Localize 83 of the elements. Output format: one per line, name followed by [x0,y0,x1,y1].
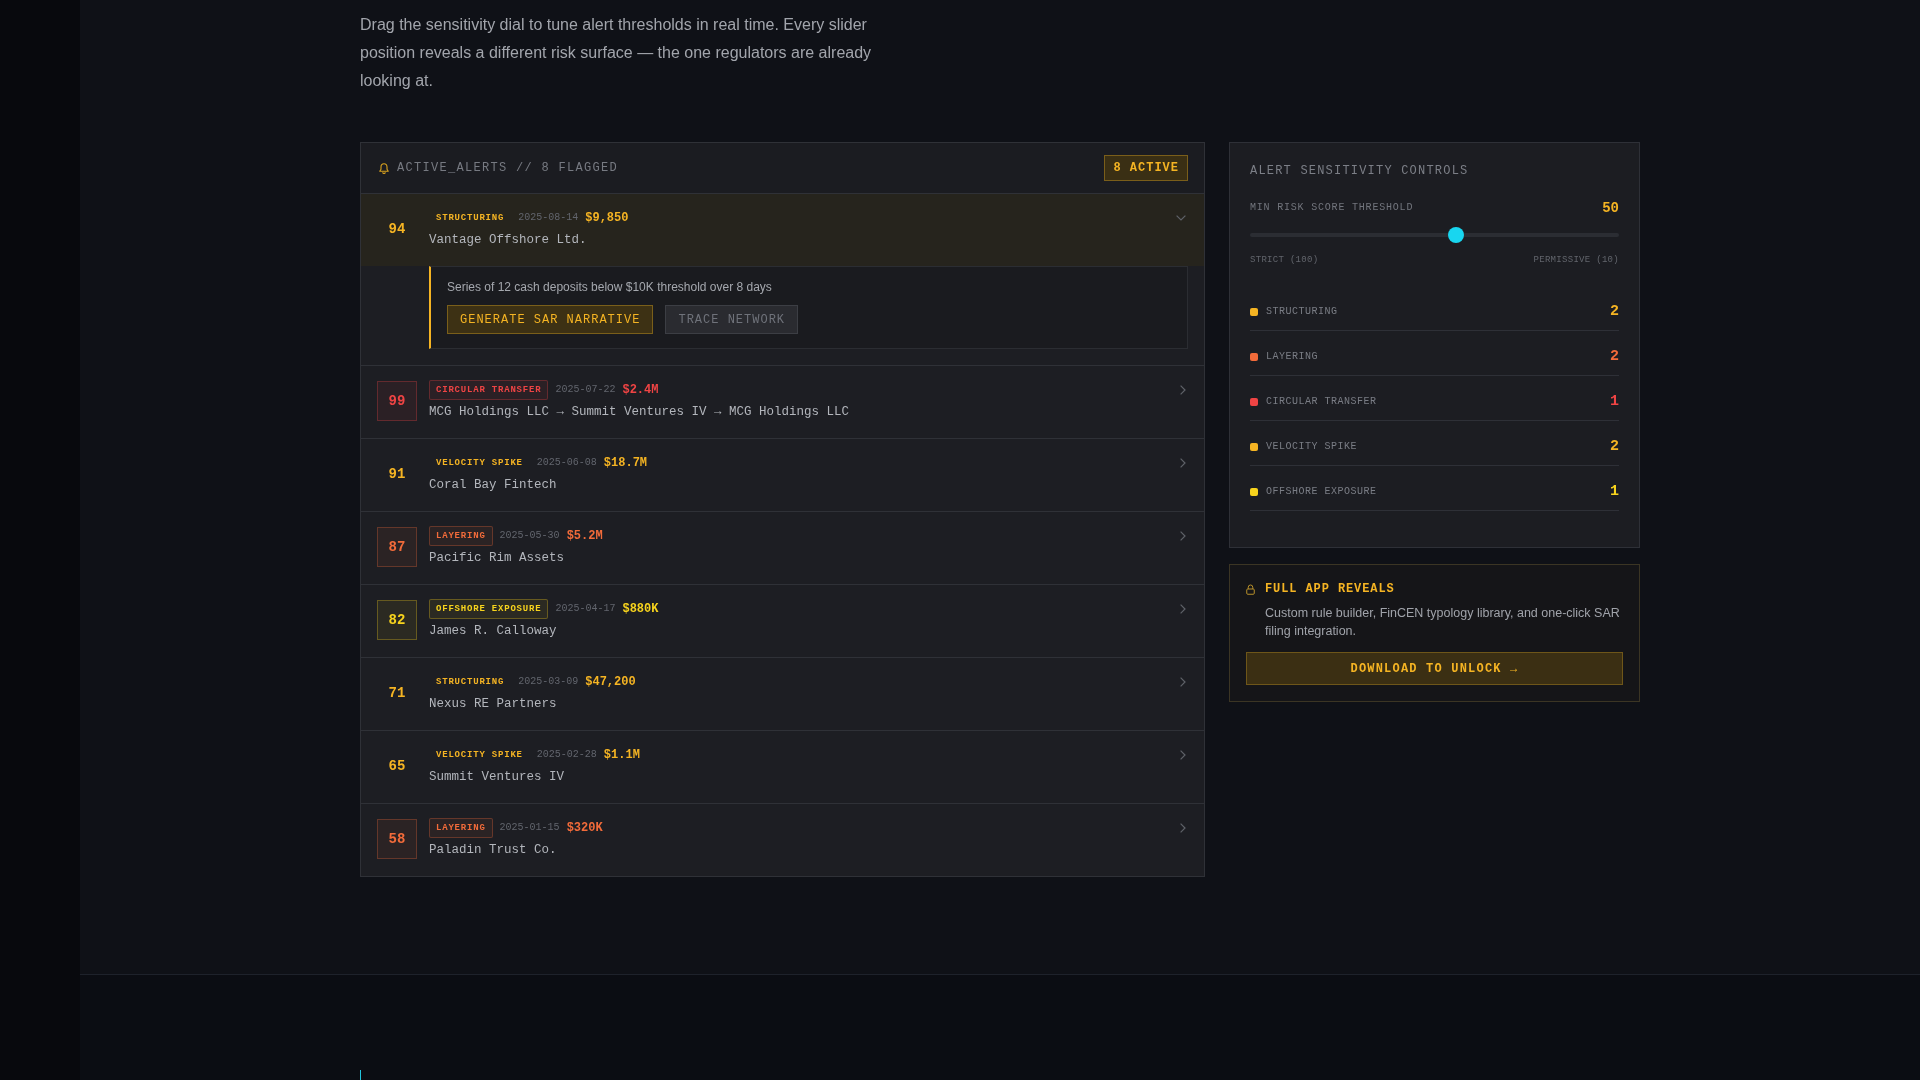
risk-score: 91 [387,464,407,484]
download-button[interactable]: DOWNLOAD TO UNLOCK → [1246,652,1623,685]
lock-icon [1246,584,1255,595]
chevron-right-icon[interactable] [1180,385,1186,395]
chevron-right-icon[interactable] [1180,604,1186,614]
alert-description: Series of 12 cash deposits below $10K threshold over 8 days [447,279,773,295]
entity-name: James R. Calloway [429,623,557,640]
slider-label: MIN RISK SCORE THRESHOLD [1250,202,1414,214]
alert-amount: $5.2M [566,529,603,543]
risk-score: 94 [387,219,407,239]
entity-name: Paladin Trust Co. [429,842,557,859]
alert-amount: $47,200 [585,675,636,689]
chevron-right-icon[interactable] [1180,531,1186,541]
alert-row[interactable]: 58 LAYERING 2025-01-15 $320K Paladin Trust Co. [361,804,1204,876]
chevron-down-icon[interactable] [1176,215,1186,221]
risk-score: 65 [387,756,407,776]
typology-tag: CIRCULAR TRANSFER [429,380,549,400]
risk-score: 99 [377,380,417,421]
entity-name: Vantage Offshore Ltd. [429,232,587,249]
typology-label: LAYERING [1266,350,1318,364]
typology-tag: VELOCITY SPIKE [429,745,530,765]
intro-text: Drag the sensitivity dial to tune alert thresholds in real time. Every slider position reveals a different risk surface — the one regulators are already looking at. [360,15,873,91]
scale-label: STRICT (100) [1250,254,1319,266]
chevron-right-icon[interactable] [1180,458,1186,468]
alert-date: 2025-03-09 [518,676,579,688]
alert-row[interactable]: 65 VELOCITY SPIKE 2025-02-28 $1.1M Summit Ventures IV [361,731,1204,804]
alert-row[interactable]: 94 STRUCTURING 2025-08-14 $9,850 Vantage Offshore Ltd. Series of 12 cash deposits below $10K threshold over 8 days GENERATE SAR NARRATIVE TRACE NETWORK [361,194,1204,366]
entity-name: Coral Bay Fintech [429,477,557,494]
upsell-title: FULL APP REVEALS [1265,581,1395,597]
typology-tag: LAYERING [429,526,493,546]
alert-amount: $880K [622,602,659,616]
alert-row[interactable]: 91 VELOCITY SPIKE 2025-06-08 $18.7M Coral Bay Fintech [361,439,1204,512]
alert-date: 2025-07-22 [555,384,616,396]
scale-label: PERMISSIVE (10) [1533,254,1619,266]
entity-name: Summit Ventures IV [429,769,565,786]
upsell-text: Custom rule builder, FinCEN typology library, and one-click SAR filing integration. [1265,605,1621,640]
typology-tag: VELOCITY SPIKE [429,453,530,473]
alert-date: 2025-02-28 [536,749,597,761]
typology-label: OFFSHORE EXPOSURE [1266,485,1377,499]
entity-name: MCG Holdings LLC → Summit Ventures IV → MCG Holdings LLC [429,404,850,421]
alert-row[interactable]: 87 LAYERING 2025-05-30 $5.2M Pacific Rim Assets [361,512,1204,585]
typology-tag: STRUCTURING [429,672,512,692]
alert-date: 2025-05-30 [499,530,560,542]
typology-tag: OFFSHORE EXPOSURE [429,599,549,619]
alert-amount: $320K [566,821,603,835]
primary-action-button[interactable]: GENERATE SAR NARRATIVE [447,305,654,334]
risk-score: 71 [387,683,407,703]
active-count-badge: 8 ACTIVE [1104,155,1188,181]
alert-amount: $18.7M [603,456,648,470]
alert-row[interactable]: 82 OFFSHORE EXPOSURE 2025-04-17 $880K James R. Calloway [361,585,1204,658]
typology-tag: STRUCTURING [429,208,512,228]
alert-amount: $1.1M [603,748,640,762]
alert-amount: $2.4M [622,383,659,397]
alert-amount: $9,850 [585,211,629,225]
typology-count: 1 [1610,393,1619,411]
alert-date: 2025-08-14 [518,212,579,224]
typology-label: VELOCITY SPIKE [1266,440,1357,454]
panel-title: ACTIVE_ALERTS // 8 FLAGGED [397,160,619,176]
typology-label: CIRCULAR TRANSFER [1266,395,1377,409]
chevron-right-icon[interactable] [1180,750,1186,760]
alert-date: 2025-01-15 [499,822,560,834]
risk-score: 82 [377,599,417,640]
chevron-right-icon[interactable] [1180,677,1186,687]
alert-row[interactable]: 99 CIRCULAR TRANSFER 2025-07-22 $2.4M MCG Holdings LLC → Summit Ventures IV → MCG Holdings LLC [361,366,1204,439]
alert-row[interactable]: 71 STRUCTURING 2025-03-09 $47,200 Nexus RE Partners [361,658,1204,731]
typology-label: STRUCTURING [1266,305,1338,319]
typology-count: 2 [1610,348,1619,366]
typology-count: 1 [1610,483,1619,501]
slider-thumb[interactable] [1447,227,1464,243]
typology-tag: LAYERING [429,818,493,838]
slider-track[interactable] [1250,227,1619,243]
panel-title: ALERT SENSITIVITY CONTROLS [1250,163,1470,179]
slider-value: 50 [1602,199,1619,217]
alert-date: 2025-04-17 [555,603,616,615]
entity-name: Pacific Rim Assets [429,550,565,567]
bell-icon [379,162,389,174]
chevron-right-icon[interactable] [1180,823,1186,833]
typology-count: 2 [1610,303,1619,321]
alert-date: 2025-06-08 [536,457,597,469]
entity-name: Nexus RE Partners [429,696,557,713]
typology-count: 2 [1610,438,1619,456]
risk-score: 58 [377,818,417,859]
risk-score: 87 [377,526,417,567]
